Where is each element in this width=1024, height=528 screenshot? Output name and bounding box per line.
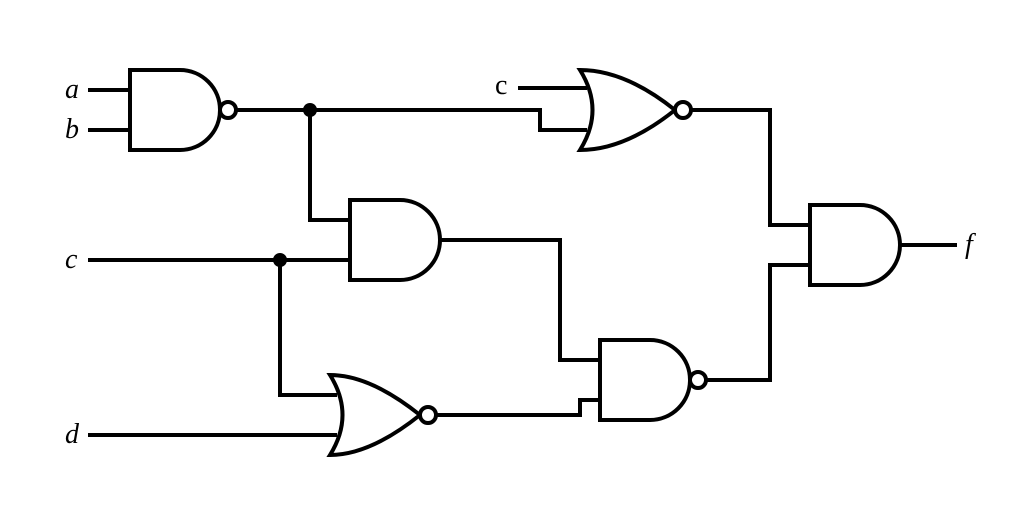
label-c2: c [495, 70, 507, 101]
label-f: f [965, 229, 976, 260]
label-a: a [65, 74, 79, 105]
nor-gate-g3 [330, 375, 420, 455]
label-c: c [65, 244, 78, 275]
nor-gate-g4 [580, 70, 675, 150]
and-gate-g2 [350, 200, 440, 280]
and-gate-g6 [810, 205, 900, 285]
nand-gate-g5 [600, 340, 690, 420]
nand-gate-g1 [130, 70, 220, 150]
label-b: b [65, 114, 79, 145]
label-d: d [65, 419, 80, 450]
